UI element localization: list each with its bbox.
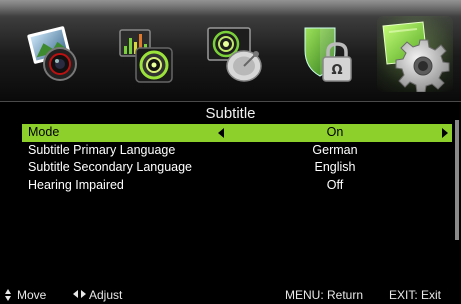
setting-label: Subtitle Secondary Language (28, 160, 193, 174)
settings-list: Mode On Subtitle Primary Language German… (22, 124, 452, 194)
setting-value: English (314, 160, 356, 174)
up-down-arrows-icon (5, 289, 12, 301)
setting-row-secondary-language[interactable]: Subtitle Secondary Language English (22, 159, 452, 177)
hint-adjust: Adjust (73, 287, 122, 304)
setting-label: Subtitle Primary Language (28, 142, 176, 157)
sound-icon[interactable] (114, 22, 178, 86)
scrollbar-thumb[interactable] (455, 120, 459, 240)
arrow-right-icon[interactable] (442, 128, 448, 138)
hint-adjust-label: Adjust (89, 288, 123, 302)
scrollbar[interactable] (455, 120, 459, 240)
setup-icon[interactable] (377, 16, 453, 92)
hint-move: Move (5, 287, 46, 304)
setting-row-primary-language[interactable]: Subtitle Primary Language German (22, 142, 452, 160)
category-icon-bar: Ω (0, 0, 461, 102)
setting-row-mode[interactable]: Mode On (22, 124, 452, 142)
setting-label: Hearing Impaired (28, 177, 124, 192)
setting-label: Mode (28, 125, 60, 139)
osd-menu: Ω Subtitle Mode On Subtitle Primary Lang… (0, 0, 461, 304)
lock-icon[interactable]: Ω (295, 22, 359, 86)
icon-bar-shine (0, 0, 461, 16)
setting-value: On (326, 125, 344, 139)
setting-row-hearing-impaired[interactable]: Hearing Impaired Off (22, 177, 452, 195)
setting-value: Off (326, 177, 344, 192)
hint-move-label: Move (17, 288, 47, 302)
hint-exit: EXIT: Exit (389, 288, 442, 302)
setting-value: German (312, 142, 358, 157)
picture-icon[interactable] (24, 22, 88, 86)
hint-menu-return: MENU: Return (285, 288, 364, 302)
left-right-arrows-icon (73, 290, 86, 299)
footer-hints: Move Adjust MENU: Return EXIT: Exit (0, 287, 461, 304)
svg-text:Ω: Ω (331, 63, 342, 78)
arrow-left-icon[interactable] (218, 128, 224, 138)
page-title: Subtitle (205, 105, 256, 122)
channel-icon[interactable] (204, 22, 268, 86)
